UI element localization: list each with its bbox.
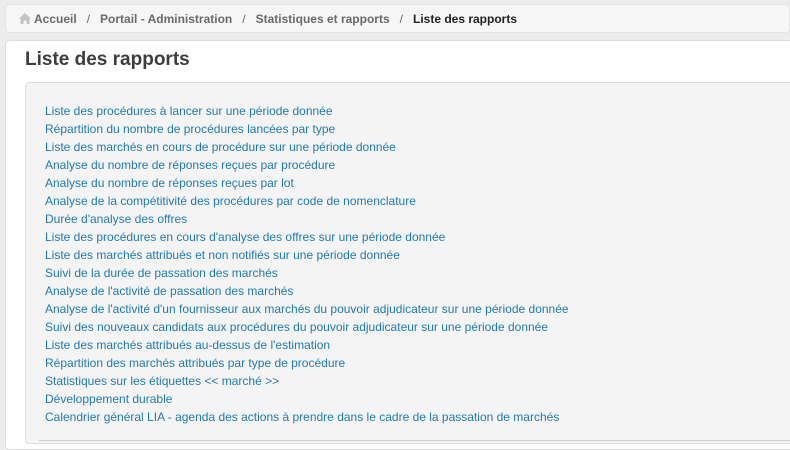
list-item: Analyse du nombre de réponses reçues par… — [45, 174, 569, 192]
list-item: Liste des marchés attribués et non notif… — [45, 246, 569, 264]
report-link[interactable]: Liste des procédures en cours d'analyse … — [45, 230, 445, 244]
breadcrumb-separator: / — [242, 11, 246, 26]
breadcrumb-home-link[interactable]: Accueil — [34, 12, 77, 26]
breadcrumb-stats-link[interactable]: Statistiques et rapports — [256, 12, 390, 26]
list-item: Durée d'analyse des offres — [45, 210, 569, 228]
report-link[interactable]: Analyse de la compétitivité des procédur… — [45, 194, 416, 208]
list-item: Suivi des nouveaux candidats aux procédu… — [45, 318, 569, 336]
breadcrumb-portal-link[interactable]: Portail - Administration — [100, 12, 232, 26]
list-item: Analyse de l'activité d'un fournisseur a… — [45, 300, 569, 318]
report-link[interactable]: Suivi de la durée de passation des march… — [45, 266, 278, 280]
report-link[interactable]: Répartition du nombre de procédures lanc… — [45, 122, 335, 136]
breadcrumb: Accueil / Portail - Administration / Sta… — [5, 4, 790, 33]
report-link[interactable]: Liste des marchés attribués au-dessus de… — [45, 338, 330, 352]
report-link[interactable]: Analyse du nombre de réponses reçues par… — [45, 176, 294, 190]
breadcrumb-current: Liste des rapports — [412, 11, 518, 26]
list-item: Calendrier général LIA - agenda des acti… — [45, 408, 569, 426]
list-item: Analyse de l'activité de passation des m… — [45, 282, 569, 300]
list-item: Liste des procédures en cours d'analyse … — [45, 228, 569, 246]
report-link[interactable]: Analyse de l'activité de passation des m… — [45, 284, 293, 298]
reports-list-container: Liste des procédures à lancer sur une pé… — [25, 82, 790, 444]
report-link[interactable]: Liste des marchés en cours de procédure … — [45, 140, 396, 154]
list-item: Liste des marchés en cours de procédure … — [45, 138, 569, 156]
home-icon — [19, 13, 31, 24]
report-link[interactable]: Développement durable — [45, 392, 172, 406]
list-item: Liste des marchés attribués au-dessus de… — [45, 336, 569, 354]
page-title: Liste des rapports — [25, 49, 190, 70]
list-item: Analyse de la compétitivité des procédur… — [45, 192, 569, 210]
reports-panel: Liste des rapports Liste des procédures … — [5, 40, 790, 450]
breadcrumb-separator: / — [399, 11, 403, 26]
report-link[interactable]: Durée d'analyse des offres — [45, 212, 187, 226]
divider — [39, 440, 790, 441]
report-link[interactable]: Suivi des nouveaux candidats aux procédu… — [45, 320, 548, 334]
list-item: Analyse du nombre de réponses reçues par… — [45, 156, 569, 174]
list-item: Répartition du nombre de procédures lanc… — [45, 120, 569, 138]
report-link[interactable]: Analyse du nombre de réponses reçues par… — [45, 158, 335, 172]
list-item: Répartition des marchés attribués par ty… — [45, 354, 569, 372]
list-item: Liste des procédures à lancer sur une pé… — [45, 102, 569, 120]
report-link[interactable]: Calendrier général LIA - agenda des acti… — [45, 410, 559, 424]
report-link[interactable]: Analyse de l'activité d'un fournisseur a… — [45, 302, 569, 316]
report-link[interactable]: Liste des marchés attribués et non notif… — [45, 248, 400, 262]
breadcrumb-separator: / — [86, 11, 91, 26]
report-link[interactable]: Liste des procédures à lancer sur une pé… — [45, 104, 333, 118]
list-item: Statistiques sur les étiquettes << march… — [45, 372, 569, 390]
list-item: Suivi de la durée de passation des march… — [45, 264, 569, 282]
report-link[interactable]: Répartition des marchés attribués par ty… — [45, 356, 345, 370]
list-item: Développement durable — [45, 390, 569, 408]
report-link[interactable]: Statistiques sur les étiquettes << march… — [45, 374, 279, 388]
report-list: Liste des procédures à lancer sur une pé… — [45, 102, 569, 426]
